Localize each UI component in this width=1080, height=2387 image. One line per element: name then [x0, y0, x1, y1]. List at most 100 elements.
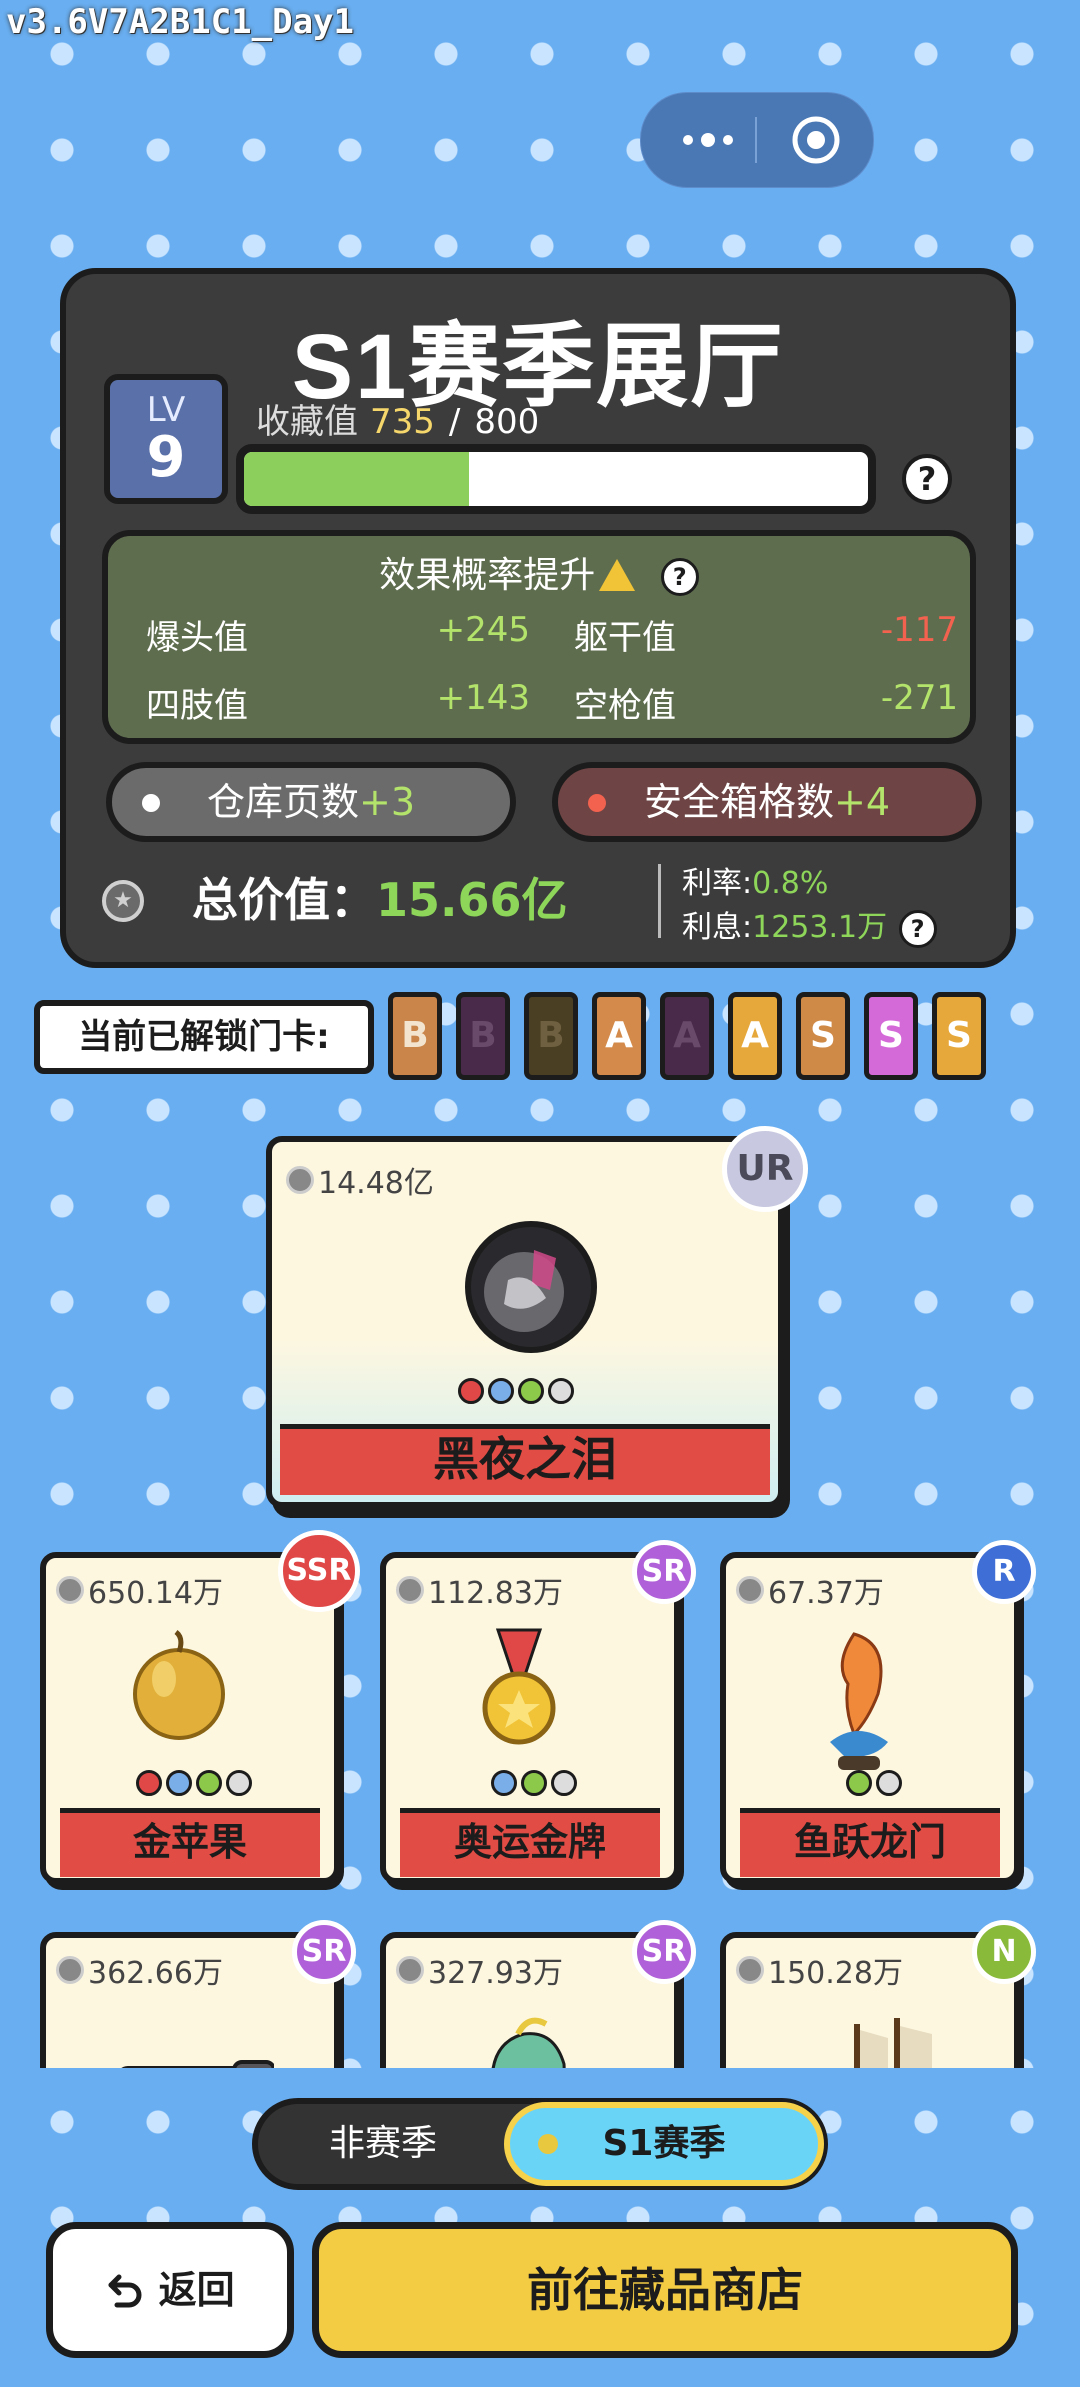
- carp-statue-icon: [830, 1632, 888, 1770]
- go-to-shop-button[interactable]: 前往藏品商店: [312, 2222, 1018, 2358]
- collection-value-row: 收藏值 735 / 800: [256, 394, 539, 443]
- total-value: 15.66亿: [376, 873, 568, 927]
- interest-value: 1253.1万: [752, 910, 888, 945]
- stat-label: 四肢值: [146, 686, 248, 726]
- warehouse-pages-pill[interactable]: 仓库页数+3: [106, 762, 516, 842]
- interest-row: 利息:1253.1万 ?: [682, 902, 937, 948]
- golden-apple-icon: [133, 1630, 225, 1740]
- coin-icon: [396, 1576, 424, 1604]
- close-miniprogram-icon[interactable]: [789, 113, 843, 167]
- safebox-label: 安全箱格数: [643, 780, 834, 824]
- stat-label: 躯干值: [574, 618, 676, 658]
- tab-s1-label: S1赛季: [602, 2123, 726, 2164]
- effect-symbol-icon: [846, 1770, 872, 1796]
- item-effect-symbols: [136, 1770, 252, 1796]
- item-card[interactable]: 67.37万鱼跃龙门: [720, 1552, 1020, 1884]
- collection-separator: /: [448, 402, 461, 442]
- item-name: 奥运金牌: [400, 1808, 660, 1877]
- interest-help-button[interactable]: ?: [898, 909, 937, 948]
- back-label: 返回: [158, 2268, 235, 2312]
- dot-icon: [538, 2134, 558, 2154]
- door-card-s: S: [864, 992, 918, 1080]
- door-card-a: A: [728, 992, 782, 1080]
- triangle-icon: [518, 1378, 544, 1404]
- door-card-a: A: [660, 992, 714, 1080]
- safebox-slots-pill[interactable]: 安全箱格数+4: [552, 762, 982, 842]
- pentagon-icon: [458, 1378, 484, 1404]
- collection-label: 收藏值: [256, 402, 358, 442]
- item-price: 362.66万: [56, 1948, 223, 1992]
- item-card[interactable]: 112.83万奥运金牌: [380, 1552, 680, 1884]
- stat-headshot: 爆头值 +245: [146, 610, 530, 659]
- rarity-badge: R: [972, 1540, 1036, 1604]
- effect-symbol-icon: [136, 1770, 162, 1796]
- dot-icon: [588, 794, 606, 812]
- tab-off-season[interactable]: 非赛季: [258, 2104, 508, 2184]
- level-badge: LV 9: [104, 374, 228, 504]
- effect-symbol-icon: [551, 1770, 577, 1796]
- coin-icon: [56, 1956, 84, 1984]
- diamond-icon: [548, 1378, 574, 1404]
- rarity-badge: N: [972, 1920, 1036, 1984]
- item-price: 327.93万: [396, 1948, 563, 1992]
- rarity-badge-ur: UR: [722, 1126, 808, 1212]
- door-card-b: B: [524, 992, 578, 1080]
- item-price-value: 112.83万: [428, 1576, 563, 1611]
- rarity-badge: SR: [632, 1920, 696, 1984]
- effect-help-button[interactable]: ?: [660, 558, 699, 596]
- item-name: 鱼跃龙门: [740, 1808, 1000, 1877]
- divider: [658, 864, 661, 938]
- item-price-value: 150.28万: [768, 1956, 903, 1991]
- door-card-b: B: [388, 992, 442, 1080]
- effect-symbol-icon: [226, 1770, 252, 1796]
- stat-torso: 躯干值 -117: [574, 610, 958, 659]
- night-tear-gem-icon: [465, 1221, 597, 1353]
- featured-price: 14.48亿: [286, 1158, 434, 1202]
- item-price-value: 362.66万: [88, 1956, 223, 1991]
- item-price: 112.83万: [396, 1568, 563, 1612]
- rate-label: 利率:: [682, 866, 753, 901]
- effect-title: 效果概率提升: [379, 555, 596, 596]
- stat-value: +245: [436, 610, 530, 650]
- coin-icon: [396, 1956, 424, 1984]
- unlocked-cards-label: 当前已解锁门卡:: [34, 1000, 374, 1074]
- effect-symbol-icon: [196, 1770, 222, 1796]
- item-price-value: 67.37万: [768, 1576, 884, 1611]
- version-label: v3.6V7A2B1C1_Day1: [6, 2, 354, 42]
- back-arrow-icon: [108, 2274, 142, 2308]
- more-options-icon[interactable]: [671, 119, 745, 161]
- collection-help-button[interactable]: ?: [902, 454, 952, 504]
- coin-icon: [736, 1576, 764, 1604]
- effect-title-row: 效果概率提升 ?: [108, 546, 970, 598]
- coin-icon: [56, 1576, 84, 1604]
- featured-effect-symbols: [458, 1378, 574, 1404]
- item-name: 金苹果: [60, 1808, 320, 1877]
- tab-s1-season[interactable]: S1赛季: [504, 2102, 824, 2186]
- total-value-row: 总价值：15.66亿: [192, 864, 568, 930]
- diamond-icon: [488, 1378, 514, 1404]
- hall-panel: S1赛季展厅 LV 9 收藏值 735/800 ? 效果概率提升 ? 爆头值 +2…: [60, 268, 1016, 968]
- coin-icon: [736, 1956, 764, 1984]
- item-price: 150.28万: [736, 1948, 903, 1992]
- coin-icon: [102, 880, 144, 922]
- door-card-s: S: [932, 992, 986, 1080]
- featured-price-value: 14.48亿: [318, 1166, 434, 1201]
- stat-label: 爆头值: [146, 618, 248, 658]
- item-price-value: 327.93万: [428, 1956, 563, 1991]
- gold-medal-icon: [482, 1628, 556, 1745]
- item-effect-symbols: [846, 1770, 902, 1796]
- stat-limbs: 四肢值 +143: [146, 678, 530, 727]
- effect-symbol-icon: [876, 1770, 902, 1796]
- stat-value: +143: [436, 678, 530, 718]
- capsule-divider: [755, 117, 757, 163]
- level-label: LV: [146, 390, 186, 430]
- back-button[interactable]: 返回: [46, 2222, 294, 2358]
- featured-card[interactable]: 14.48亿 黑夜之泪: [266, 1136, 784, 1508]
- up-triangle-icon: [599, 559, 636, 591]
- effect-symbol-icon: [166, 1770, 192, 1796]
- dot-icon: [142, 794, 160, 812]
- door-card-b: B: [456, 992, 510, 1080]
- miniprogram-capsule: [640, 92, 874, 188]
- item-price: 650.14万: [56, 1568, 223, 1612]
- effect-symbol-icon: [491, 1770, 517, 1796]
